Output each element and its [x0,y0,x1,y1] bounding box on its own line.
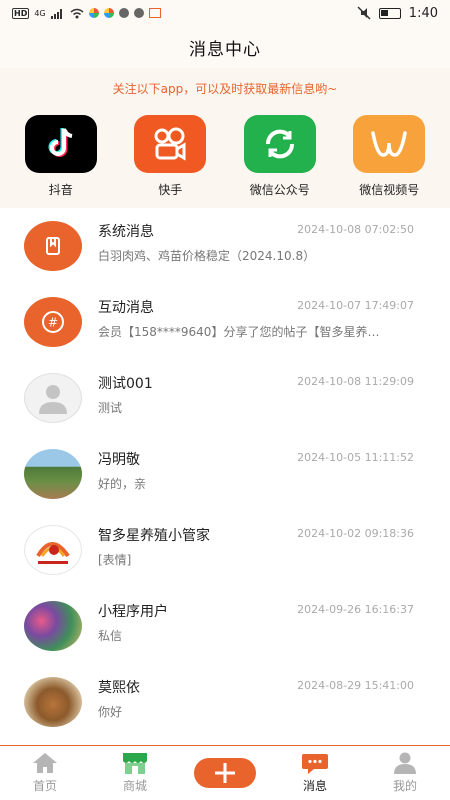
message-time: 2024-09-26 16:16:37 [297,603,414,616]
tab-home[interactable]: 首页 [10,751,80,794]
message-preview: 私信 [98,629,123,643]
profile-icon [394,752,416,774]
message-preview: 测试 [98,401,123,415]
message-time: 2024-10-05 11:11:52 [297,451,414,464]
message-sender: 智多星养殖小管家 [98,528,210,544]
message-time: 2024-10-07 17:49:07 [297,299,414,312]
message-row-user[interactable]: 测试001 2024-10-08 11:29:09 测试 [0,360,450,436]
message-preview: [表情] [98,553,132,567]
message-row-system[interactable]: 系统消息 2024-10-08 07:02:50 白羽肉鸡、鸡苗价格稳定（202… [0,208,450,284]
message-sender: 测试001 [98,376,153,392]
interaction-message-icon: # [24,297,82,347]
signal-label: 4G [34,8,46,18]
system-message-icon [24,221,82,271]
hd-indicator: HD [12,7,30,19]
tab-label: 首页 [32,779,57,793]
message-sender: 莫熙依 [98,680,140,696]
tab-shop[interactable]: 商城 [100,751,170,794]
tab-label: 商城 [122,779,147,793]
wechat-channels-icon[interactable] [353,115,426,173]
message-time: 2024-10-08 11:29:09 [297,375,414,388]
app-label: 抖音 [48,183,73,197]
app-douyin[interactable]: 抖音 [11,115,111,198]
message-row-user[interactable]: 小程序用户 2024-09-26 16:16:37 私信 [0,588,450,664]
bottom-tab-bar: 首页 商城 消息 我的 [0,745,450,800]
message-sender: 小程序用户 [98,604,168,620]
chicken-avatar [24,677,82,727]
page-header: 消息中心 [0,26,450,68]
home-icon [33,753,57,773]
follow-apps-section: 关注以下app，可以及时获取最新信息哟~ 抖音 快手 微信公众号 微信视频号 [0,68,450,208]
message-preview: 白羽肉鸡、鸡苗价格稳定（2024.10.8） [98,249,316,263]
battery-icon [378,7,401,19]
app-wechat-official[interactable]: 微信公众号 [230,115,330,198]
message-body: 智多星养殖小管家 2024-10-02 09:18:36 [表情] [98,525,450,575]
tab-publish[interactable] [190,758,260,794]
follow-tip: 关注以下app，可以及时获取最新信息哟~ [112,82,338,96]
message-preview: 好的，亲 [98,477,147,491]
svg-text:#: # [48,316,58,330]
message-sender: 冯明敬 [98,452,140,468]
tab-label: 消息 [302,779,327,793]
rooster-logo-avatar [24,525,82,575]
shop-icon [123,753,147,774]
message-time: 2024-10-08 07:02:50 [297,223,414,236]
tab-profile[interactable]: 我的 [370,751,440,794]
message-row-interaction[interactable]: # 互动消息 2024-10-07 17:49:07 会员【158****964… [0,284,450,360]
app-notification-icon [88,8,99,18]
tab-messages[interactable]: 消息 [280,751,350,794]
message-row-user[interactable]: 智多星养殖小管家 2024-10-02 09:18:36 [表情] [0,512,450,588]
message-row-user[interactable]: 冯明敬 2024-10-05 11:11:52 好的，亲 [0,436,450,512]
status-bar: HD 4G 1:40 [0,0,450,26]
douyin-icon[interactable] [24,115,97,173]
signal-icon [50,8,62,19]
plus-icon [215,763,235,783]
image-notification-icon [148,8,161,18]
app-wechat-channels[interactable]: 微信视频号 [339,115,439,198]
message-time: 2024-08-29 15:41:00 [297,679,414,692]
message-body: 小程序用户 2024-09-26 16:16:37 私信 [98,601,450,651]
default-user-avatar [24,373,82,423]
message-preview: 你好 [98,705,123,719]
status-right: 1:40 [357,6,438,21]
wechat-official-icon[interactable] [243,115,316,173]
app-label: 快手 [158,183,183,197]
status-time: 1:40 [408,5,438,21]
landscape-avatar [24,449,82,499]
message-body: 冯明敬 2024-10-05 11:11:52 好的，亲 [98,449,450,499]
message-time: 2024-10-02 09:18:36 [297,527,414,540]
publish-button[interactable] [194,758,256,788]
message-body: 系统消息 2024-10-08 07:02:50 白羽肉鸡、鸡苗价格稳定（202… [98,221,450,271]
message-icon [302,754,328,774]
message-sender: 互动消息 [98,300,154,316]
status-left: HD 4G [12,7,161,19]
app-label: 微信公众号 [249,183,310,197]
page-title: 消息中心 [189,39,261,60]
message-list[interactable]: 系统消息 2024-10-08 07:02:50 白羽肉鸡、鸡苗价格稳定（202… [0,208,450,745]
mute-icon [357,6,371,20]
app-kuaishou[interactable]: 快手 [120,115,220,198]
tab-label: 我的 [392,779,417,793]
kuaishou-icon[interactable] [134,115,207,173]
message-sender: 系统消息 [98,224,154,240]
message-preview: 会员【158****9640】分享了您的帖子【智多星养… [98,325,380,339]
chat-notification-icon [118,8,129,18]
app-notification-icon [103,8,114,18]
message-body: 测试001 2024-10-08 11:29:09 测试 [98,373,450,423]
chat-notification-icon [133,8,144,18]
message-row-user[interactable]: 莫熙依 2024-08-29 15:41:00 你好 [0,664,450,740]
app-list: 抖音 快手 微信公众号 微信视频号 [0,115,450,198]
message-body: 互动消息 2024-10-07 17:49:07 会员【158****9640】… [98,297,450,347]
app-label: 微信视频号 [359,183,420,197]
wifi-icon [70,8,84,18]
message-body: 莫熙依 2024-08-29 15:41:00 你好 [98,677,450,727]
photo-avatar [24,601,82,651]
